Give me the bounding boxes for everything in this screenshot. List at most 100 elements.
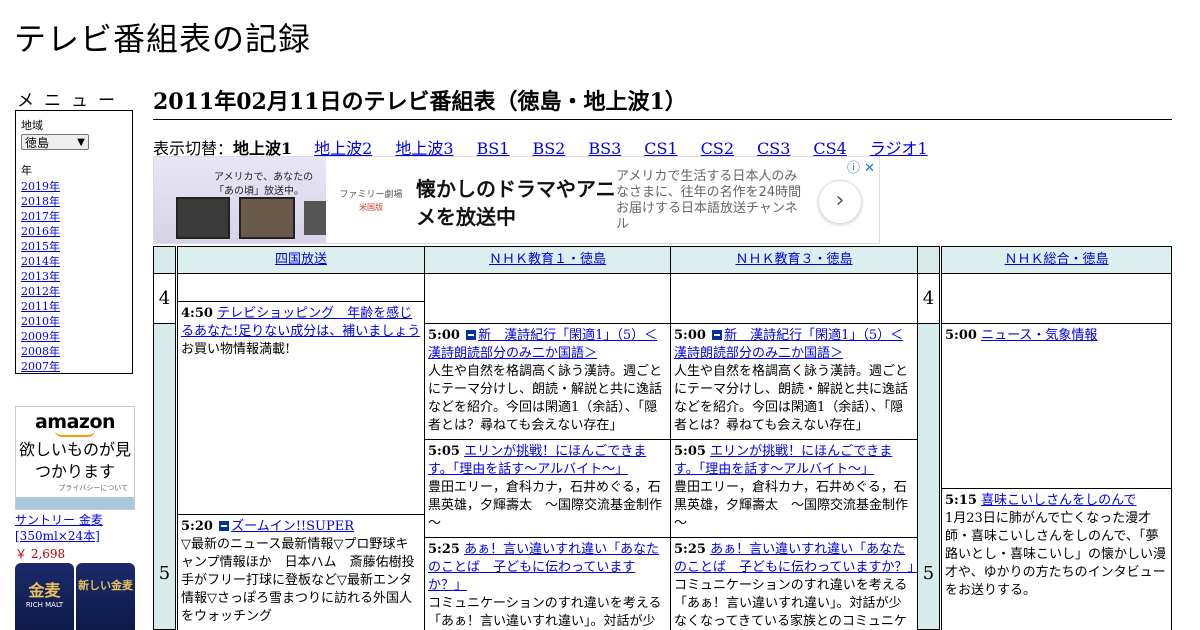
program-time: 5:00	[674, 328, 706, 343]
program-time: 5:00	[945, 328, 977, 343]
program-description: コミュニケーションのすれ違いを考える「あぁ！言い違いすれ違い」。対話が少なくなっ…	[674, 578, 908, 629]
program-description: 豊田エリー，倉科カナ，石井めぐる，石黒英雄，夕輝壽太 ～国際交流基金制作～	[674, 480, 909, 531]
schedule-grid: 四国放送 ＮＨＫ教育１・徳島 ＮＨＫ教育３・徳島 ＮＨＫ総合・徳島 4 5 4 …	[153, 246, 1172, 630]
product-image[interactable]: 金麦 RICH MALT 新しい金麦	[15, 563, 135, 630]
program-description: お買い物情報満載!	[181, 342, 291, 357]
empty-cell	[424, 273, 671, 324]
product-price: ￥ 2,698	[15, 547, 66, 561]
program-cell: 5:00 新 漢詩紀行「閑適1」（5）＜漢詩朗読部分のみ二か国語＞ 人生や自然を…	[424, 323, 671, 440]
program-title-link[interactable]: テレビショッピング 年齢を感じるあなた!足りない成分は、補いましょう	[181, 306, 420, 339]
year-list: 2019年 2018年 2017年 2016年 2015年 2014年 2013…	[21, 179, 127, 374]
ad-footer-bar	[16, 497, 134, 509]
region-value: 徳島	[25, 136, 50, 150]
product-name-link[interactable]: サントリー 金麦[350ml×24本]	[15, 512, 137, 544]
program-cell: 5:05 エリンが挑戦！にほんごできます。「理由を話す～アルバイト～」 豊田エリ…	[424, 439, 671, 538]
amazon-ad[interactable]: amazon 欲しいものが見つかります プライバシーについて	[15, 406, 135, 510]
channel-header: ＮＨＫ総合・徳島	[941, 246, 1172, 274]
program-description: 1月23日に肺がんで亡くなった漫才師・喜味こいしさんをしのんで、「夢路いとし・喜…	[945, 511, 1167, 598]
empty-cell	[941, 273, 1172, 324]
region-select[interactable]: 徳島 ▼	[21, 134, 89, 150]
program-time: 5:25	[674, 542, 706, 557]
caption-icon	[466, 330, 477, 340]
ad-image: アメリカで、あなたの「あの頃」放送中。	[154, 157, 326, 243]
year-link[interactable]: 2014年	[21, 255, 60, 268]
hour-label: 4	[153, 273, 176, 324]
program-title-link[interactable]: ニュース・気象情報	[981, 328, 1097, 343]
display-ad[interactable]: アメリカで、あなたの「あの頃」放送中。 ファミリー劇場 米国版 懐かしのドラマやア…	[153, 156, 880, 244]
beer-can-image: 新しい金麦	[76, 563, 135, 630]
program-time: 5:05	[674, 444, 706, 459]
channel-link[interactable]: ＮＨＫ総合・徳島	[1004, 252, 1108, 267]
program-cell: 5:25 あぁ！言い違いすれ違い「あなたのことば 子どもに伝わっていますか？」 …	[670, 537, 918, 630]
program-title-link[interactable]: エリンが挑戦！にほんごできます。「理由を話す～アルバイト～」	[428, 444, 646, 477]
program-title-link[interactable]: エリンが挑戦！にほんごできます。「理由を話す～アルバイト～」	[674, 444, 892, 477]
program-cell: 4:50 テレビショッピング 年齢を感じるあなた!足りない成分は、補いましょう …	[177, 301, 425, 515]
program-title-link[interactable]: あぁ！言い違いすれ違い「あなたのことば 子どもに伝わっていますか？」	[428, 542, 659, 593]
program-time: 5:20	[181, 519, 213, 534]
channel-link[interactable]: ＮＨＫ教育３・徳島	[735, 252, 852, 267]
program-title-link[interactable]: あぁ！言い違いすれ違い「あなたのことば 子どもに伝わっていますか？」	[674, 542, 917, 575]
amazon-ad-message: 欲しいものが見つかります	[18, 440, 131, 481]
year-link[interactable]: 2018年	[21, 195, 60, 208]
program-description: コミュニケーションのすれ違いを考える「あぁ！言い違いすれ違い」。対話が少なくなっ…	[428, 596, 662, 629]
program-cell: 5:05 エリンが挑戦！にほんごできます。「理由を話す～アルバイト～」 豊田エリ…	[670, 439, 918, 538]
year-link[interactable]: 2010年	[21, 315, 60, 328]
program-cell: 5:00 新 漢詩紀行「閑適1」（5）＜漢詩朗読部分のみ二か国語＞ 人生や自然を…	[670, 323, 918, 440]
year-link[interactable]: 2013年	[21, 270, 60, 283]
ad-image-caption: アメリカで、あなたの「あの頃」放送中。	[214, 172, 314, 197]
program-time: 4:50	[181, 306, 213, 321]
sidebar-menu: 地域 徳島 ▼ 年 2019年 2018年 2017年 2016年 2015年 …	[15, 110, 133, 374]
caption-icon	[712, 330, 723, 340]
ad-headline: 懐かしのドラマやアニメを放送中	[416, 177, 616, 229]
ad-description: アメリカで生活する日本人のみなさまに、往年の名作を24時間お届けする日本語放送チ…	[616, 169, 802, 232]
ad-privacy-link[interactable]: プライバシーについて	[16, 483, 134, 493]
chevron-right-icon[interactable]: ›	[818, 180, 862, 224]
program-title-link[interactable]: ズームイン!!SUPER	[231, 519, 354, 534]
program-title-link[interactable]: 新 漢詩紀行「閑適1」（5）＜漢詩朗読部分のみ二か国語＞	[674, 328, 903, 361]
program-time: 5:00	[428, 328, 460, 343]
menu-heading: メニュー	[17, 91, 125, 111]
chevron-down-icon: ▼	[77, 137, 85, 148]
ad-brand-logo: ファミリー劇場 米国版	[339, 190, 403, 212]
ad-close-icon[interactable]: ⓘ ✕	[847, 157, 875, 176]
hour-label: 5	[153, 323, 176, 630]
beer-can-image: 金麦 RICH MALT	[15, 563, 74, 630]
program-description: 人生や自然を格調高く詠う漢詩。週ごとにテーマ分けし、朗読・解説と共に逸話などを紹…	[674, 364, 909, 433]
hour-label: 5	[917, 323, 940, 630]
year-label: 年	[21, 164, 32, 177]
year-link[interactable]: 2011年	[21, 300, 60, 313]
program-cell: 5:15 喜味こいしさんをしのんで 1月23日に肺がんで亡くなった漫才師・喜味こ…	[941, 488, 1172, 630]
program-time: 5:15	[945, 493, 977, 508]
program-cell: 5:25 あぁ！言い違いすれ違い「あなたのことば 子どもに伝わっていますか？」 …	[424, 537, 671, 630]
channel-header: ＮＨＫ教育３・徳島	[670, 246, 918, 274]
year-link[interactable]: 2016年	[21, 225, 60, 238]
amazon-logo: amazon	[34, 411, 116, 433]
site-title: テレビ番組表の記録	[14, 20, 312, 58]
region-label: 地域	[21, 119, 43, 132]
program-cell: 5:00 ニュース・気象情報	[941, 323, 1172, 489]
data-broadcast-icon	[219, 521, 230, 531]
empty-cell	[177, 273, 425, 302]
year-link[interactable]: 2012年	[21, 285, 60, 298]
empty-cell	[670, 273, 918, 324]
year-link[interactable]: 2017年	[21, 210, 60, 223]
year-link[interactable]: 2015年	[21, 240, 60, 253]
program-title-link[interactable]: 新 漢詩紀行「閑適1」（5）＜漢詩朗読部分のみ二か国語＞	[428, 328, 657, 361]
program-description: 豊田エリー，倉科カナ，石井めぐる，石黒英雄，夕輝壽太 ～国際交流基金制作～	[428, 480, 663, 531]
program-title-link[interactable]: 喜味こいしさんをしのんで	[981, 493, 1136, 508]
channel-header: 四国放送	[177, 246, 425, 274]
year-link[interactable]: 2019年	[21, 180, 60, 193]
page-title: 2011年02月11日のテレビ番組表（徳島・地上波1）	[153, 84, 1172, 120]
year-link[interactable]: 2007年	[21, 360, 60, 373]
channel-link[interactable]: ＮＨＫ教育１・徳島	[489, 252, 606, 267]
program-cell: 5:20 ズームイン!!SUPER ▽最新のニュース最新情報▽プロ野球キャンプ情…	[177, 514, 425, 630]
year-link[interactable]: 2009年	[21, 330, 60, 343]
channel-header: ＮＨＫ教育１・徳島	[424, 246, 671, 274]
hour-label: 4	[917, 273, 940, 324]
program-description: 人生や自然を格調高く詠う漢詩。週ごとにテーマ分けし、朗読・解説と共に逸話などを紹…	[428, 364, 663, 433]
channel-link[interactable]: 四国放送	[275, 252, 327, 267]
program-time: 5:25	[428, 542, 460, 557]
year-link[interactable]: 2008年	[21, 345, 60, 358]
program-time: 5:05	[428, 444, 460, 459]
program-description: ▽最新のニュース最新情報▽プロ野球キャンプ情報ほか 日本ハム 斎藤佑樹投手がフリ…	[181, 537, 415, 624]
